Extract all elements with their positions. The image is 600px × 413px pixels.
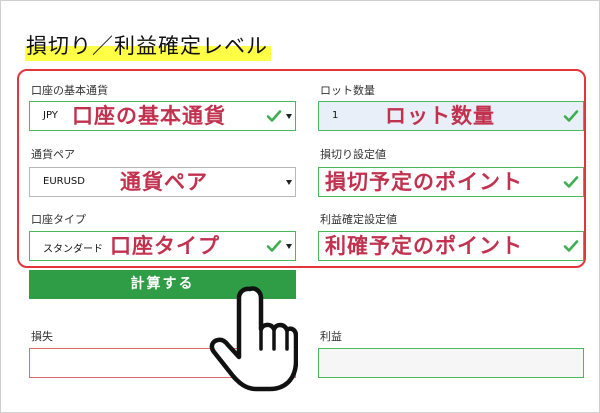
check-icon (563, 176, 579, 188)
base-currency-annotation: 口座の基本通貨 (72, 104, 226, 128)
lot-size-value: 1 (332, 110, 339, 121)
title-block: 損切り／利益確定レベル (25, 33, 271, 63)
lot-size-annotation: ロット数量 (385, 104, 495, 128)
profit-label: 利益 (320, 330, 342, 343)
take-profit-input[interactable]: 利確予定のポイント (318, 231, 584, 261)
check-icon (266, 240, 282, 252)
lot-size-input[interactable]: 1 ロット数量 (318, 101, 584, 131)
currency-pair-value: EURUSD (43, 176, 85, 187)
page-title: 損切り／利益確定レベル (26, 34, 268, 58)
take-profit-label: 利益確定設定値 (320, 213, 397, 226)
take-profit-annotation: 利確予定のポイント (325, 234, 523, 258)
loss-label: 損失 (31, 330, 53, 343)
chevron-down-icon[interactable] (286, 114, 292, 119)
profit-output (318, 348, 584, 378)
currency-pair-label: 通貨ペア (31, 148, 75, 161)
chevron-down-icon[interactable] (286, 244, 292, 249)
currency-pair-select[interactable]: EURUSD 通貨ペア (29, 167, 296, 197)
stop-loss-annotation: 損切予定のポイント (325, 170, 523, 194)
base-currency-value: JPY (43, 110, 58, 121)
chevron-down-icon[interactable] (286, 180, 292, 185)
stop-loss-input[interactable]: 損切予定のポイント (318, 167, 584, 197)
pointing-hand-icon (209, 286, 298, 392)
account-type-annotation: 口座タイプ (110, 234, 220, 258)
base-currency-select[interactable]: JPY 口座の基本通貨 (29, 101, 296, 131)
check-icon (266, 110, 282, 122)
account-type-value: スタンダード (43, 244, 103, 255)
account-type-select[interactable]: スタンダード 口座タイプ (29, 231, 296, 261)
stop-loss-label: 損切り設定値 (320, 148, 386, 161)
base-currency-label: 口座の基本通貨 (31, 84, 108, 97)
currency-pair-annotation: 通貨ペア (120, 170, 208, 194)
account-type-label: 口座タイプ (31, 213, 86, 226)
check-icon (563, 240, 579, 252)
check-icon (563, 110, 579, 122)
lot-size-label: ロット数量 (320, 84, 375, 97)
